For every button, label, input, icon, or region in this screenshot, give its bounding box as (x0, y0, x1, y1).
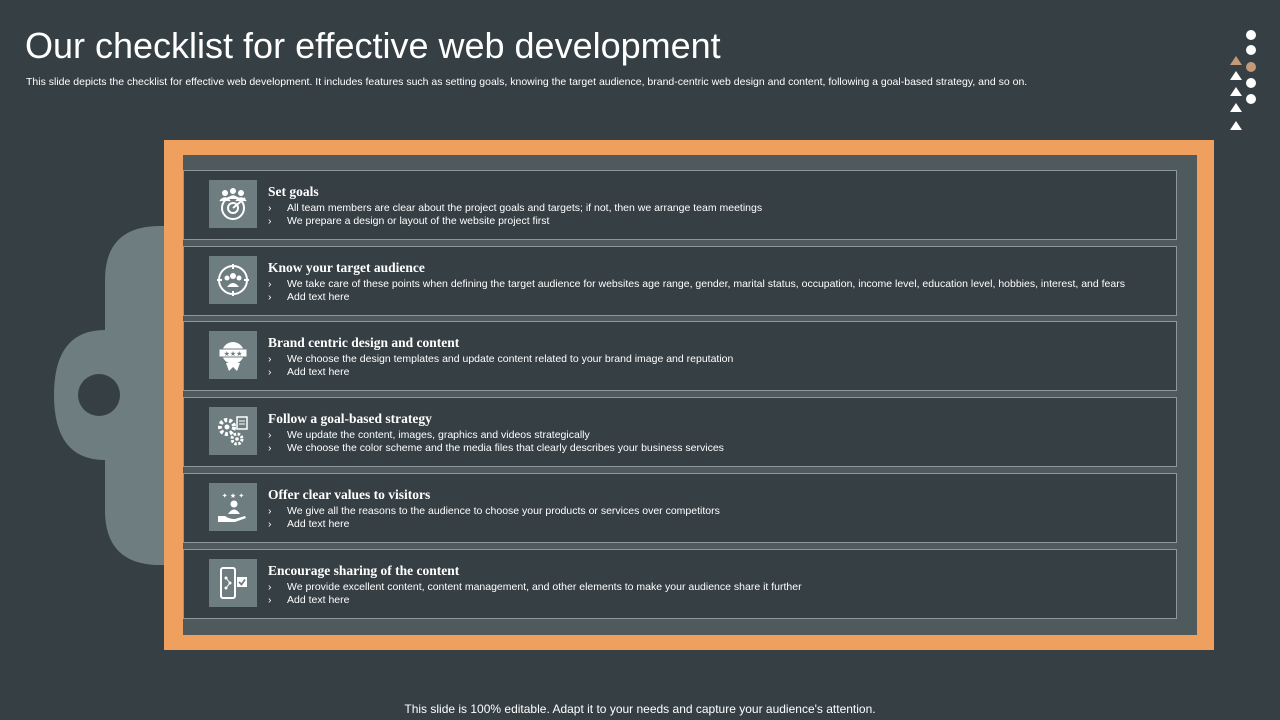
checklist-item-target-audience: Know your target audience › We take care … (183, 246, 1177, 316)
item-title: Brand centric design and content (268, 335, 460, 350)
decorative-dots-icon (1230, 30, 1256, 130)
item-title: Follow a goal-based strategy (268, 411, 432, 426)
icon-box (209, 256, 257, 304)
svg-text:★★★: ★★★ (224, 350, 243, 358)
item-bullet: › Add text here (268, 291, 350, 303)
item-bullet: › We choose the design templates and upda… (268, 353, 734, 365)
footer-note: This slide is 100% editable. Adapt it to… (404, 702, 876, 716)
item-bullet: › We choose the color scheme and the medi… (268, 442, 724, 454)
checklist-item-encourage-sharing: Encourage sharing of the content › We pro… (183, 549, 1177, 619)
item-title: Encourage sharing of the content (268, 563, 460, 578)
audience-target-icon (217, 264, 249, 296)
item-bullet: › We give all the reasons to the audience… (268, 505, 720, 517)
brand-badge-icon: ★★★ (218, 342, 248, 371)
svg-text:✦ ★ ✦: ✦ ★ ✦ (222, 492, 245, 500)
item-bullet: › Add text here (268, 366, 350, 378)
item-bullet: › We update the content, images, graphics… (268, 429, 590, 441)
gears-strategy-icon (218, 416, 248, 446)
item-title: Offer clear values to visitors (268, 487, 431, 502)
icon-box: ✦ ★ ✦ (209, 483, 257, 531)
item-bullet: › Add text here (268, 594, 350, 606)
icon-box: ★★★ (209, 331, 257, 379)
checklist-item-brand-design: ★★★ Brand centric design and content › We… (183, 321, 1177, 391)
item-title: Know your target audience (268, 260, 425, 275)
slide-title: Our checklist for effective web developm… (25, 25, 721, 66)
item-bullet: › We provide excellent content, content m… (268, 581, 802, 593)
team-target-icon (219, 188, 247, 220)
checklist-item-goal-strategy: Follow a goal-based strategy › We update … (183, 397, 1177, 467)
item-bullet: › All team members are clear about the pr… (268, 202, 763, 214)
checklist-item-set-goals: Set goals › All team members are clear ab… (183, 170, 1177, 240)
icon-box (209, 180, 257, 228)
item-bullet: › We take care of these points when defin… (268, 278, 1125, 290)
item-bullet: › Add text here (268, 518, 350, 530)
mobile-share-icon (220, 567, 247, 599)
item-bullet: › We prepare a design or layout of the we… (268, 215, 550, 227)
icon-box (209, 407, 257, 455)
item-title: Set goals (268, 184, 319, 199)
checklist-item-clear-values: ✦ ★ ✦ Offer clear values to visitors › We… (183, 473, 1177, 543)
icon-box (209, 559, 257, 607)
slide-subtitle: This slide depicts the checklist for eff… (26, 76, 1028, 88)
hand-value-icon: ✦ ★ ✦ (218, 492, 246, 522)
